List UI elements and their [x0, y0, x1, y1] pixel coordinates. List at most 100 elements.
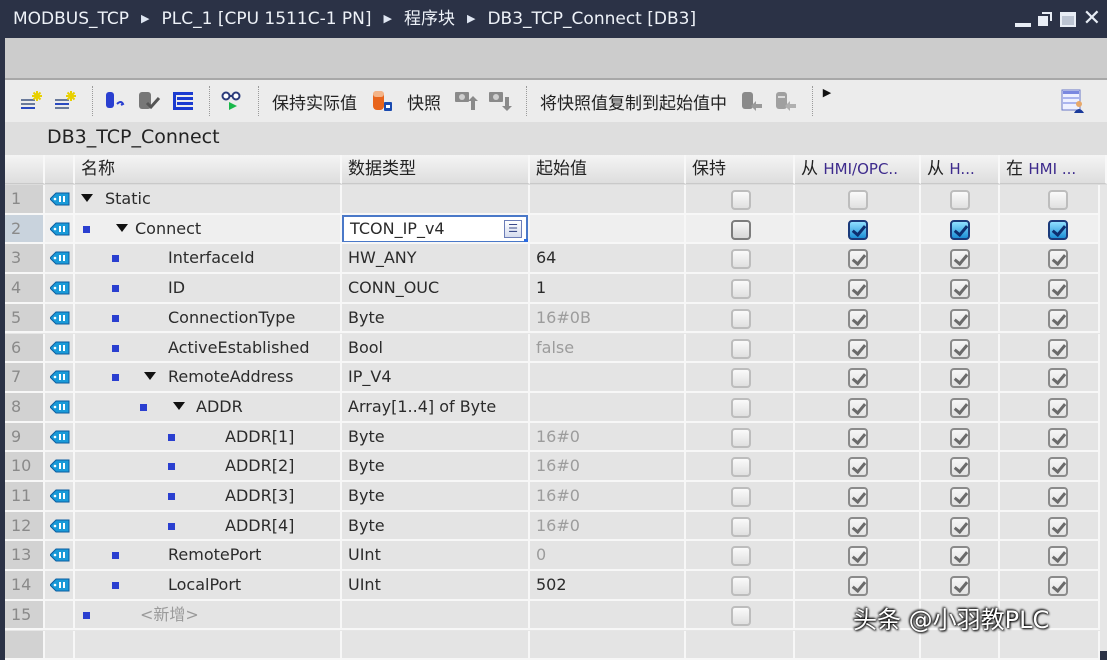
hmi-writable-checkbox[interactable] [950, 339, 970, 359]
data-type-input[interactable]: TCON_IP_v4☰ [342, 215, 528, 243]
hmi-writable-checkbox[interactable] [950, 220, 970, 240]
hmi-accessible-checkbox[interactable] [848, 279, 868, 299]
breadcrumb-program-blocks[interactable]: 程序块 [404, 1, 455, 37]
hmi-visible-checkbox[interactable] [1048, 339, 1068, 359]
retain-checkbox[interactable] [731, 398, 751, 418]
name-cell[interactable]: Static [75, 185, 342, 215]
hmi-visible-checkbox[interactable] [1048, 576, 1068, 596]
hmi-visible-checkbox[interactable] [1048, 249, 1068, 269]
hmi-visible-checkbox[interactable] [1048, 279, 1068, 299]
hmi-writable-checkbox[interactable] [950, 546, 970, 566]
table-row[interactable]: 2ConnectTCON_IP_v4☰ [5, 215, 1107, 245]
maximize-icon[interactable] [1060, 12, 1076, 27]
data-type-cell[interactable] [342, 601, 530, 631]
hmi-accessible-checkbox[interactable] [848, 546, 868, 566]
table-row[interactable]: 7RemoteAddressIP_V4 [5, 363, 1107, 393]
add-row-button[interactable] [51, 86, 81, 116]
hmi-accessible-checkbox[interactable] [848, 339, 868, 359]
expanded-mode-button[interactable] [168, 86, 198, 116]
header-start-value[interactable]: 起始值 [530, 155, 686, 184]
start-value-cell[interactable]: 16#0B [530, 304, 686, 334]
row-number[interactable]: 4 [5, 274, 45, 304]
data-type-cell[interactable] [342, 185, 530, 215]
retain-checkbox[interactable] [731, 546, 751, 566]
row-number[interactable]: 8 [5, 393, 45, 423]
table-row[interactable]: 1Static [5, 185, 1107, 215]
table-row[interactable]: 10ADDR[2]Byte16#0 [5, 452, 1107, 482]
data-type-cell[interactable]: Bool [342, 334, 530, 364]
table-row[interactable]: 5ConnectionTypeByte16#0B [5, 304, 1107, 334]
start-value-cell[interactable]: 64 [530, 244, 686, 274]
name-cell[interactable]: InterfaceId [75, 244, 342, 274]
name-cell[interactable]: ConnectionType [75, 304, 342, 334]
hmi-visible-checkbox[interactable] [1048, 398, 1068, 418]
keep-actual-values-button[interactable]: 保持实际值 [266, 86, 363, 116]
table-row[interactable]: 11ADDR[3]Byte16#0 [5, 482, 1107, 512]
breadcrumb-project[interactable]: MODBUS_TCP [13, 1, 129, 37]
reset-start-values-button[interactable] [100, 86, 130, 116]
hmi-writable-checkbox[interactable] [950, 249, 970, 269]
data-type-cell[interactable]: IP_V4 [342, 363, 530, 393]
hmi-writable-checkbox[interactable] [950, 428, 970, 448]
table-row[interactable]: 4IDCONN_OUC1 [5, 274, 1107, 304]
table-row[interactable]: 14LocalPortUInt502 [5, 571, 1107, 601]
name-cell[interactable]: Connect [75, 215, 342, 245]
start-value-cell[interactable] [530, 601, 686, 631]
start-value-cell[interactable] [530, 215, 686, 245]
hmi-accessible-checkbox[interactable] [848, 457, 868, 477]
name-cell[interactable]: ADDR[2] [75, 452, 342, 482]
update-interface-button[interactable] [134, 86, 164, 116]
table-row[interactable]: 12 ADDR[4]Byte16#0 [5, 512, 1107, 542]
retain-checkbox[interactable] [731, 428, 751, 448]
save-snapshot-button[interactable] [485, 86, 515, 116]
hmi-accessible-checkbox[interactable] [848, 309, 868, 329]
start-value-cell[interactable]: 0 [530, 541, 686, 571]
table-row[interactable]: 8ADDRArray[1..4] of Byte [5, 393, 1107, 423]
collapse-triangle-icon[interactable] [116, 224, 128, 232]
data-type-cell[interactable]: Array[1..4] of Byte [342, 393, 530, 423]
hmi-visible-checkbox[interactable] [1048, 368, 1068, 388]
start-value-cell[interactable] [530, 363, 686, 393]
restore-icon[interactable] [1038, 12, 1053, 26]
retain-checkbox[interactable] [731, 457, 751, 477]
collapse-triangle-icon[interactable] [144, 372, 156, 380]
table-row[interactable]: 3InterfaceIdHW_ANY64 [5, 244, 1107, 274]
hmi-visible-checkbox[interactable] [1048, 457, 1068, 477]
type-list-icon[interactable]: ☰ [504, 220, 522, 238]
copy-snapshot-to-start-button[interactable]: 将快照值复制到起始值中 [534, 86, 733, 116]
table-row[interactable]: 6ActiveEstablishedBoolfalse [5, 334, 1107, 364]
data-type-cell[interactable]: Byte [342, 512, 530, 542]
name-cell[interactable]: ADDR[1] [75, 423, 342, 453]
hmi-accessible-checkbox[interactable] [848, 576, 868, 596]
hmi-accessible-checkbox[interactable] [848, 220, 868, 240]
load-snapshot-button[interactable] [451, 86, 481, 116]
retain-checkbox[interactable] [731, 279, 751, 299]
retain-checkbox[interactable] [731, 220, 751, 240]
copy-setpoint-button[interactable] [771, 86, 801, 116]
close-icon[interactable]: ✕ [1083, 9, 1101, 29]
row-number[interactable]: 9 [5, 423, 45, 453]
hmi-visible-checkbox[interactable] [1048, 190, 1068, 210]
hmi-visible-checkbox[interactable] [1048, 428, 1068, 448]
retain-checkbox[interactable] [731, 309, 751, 329]
name-cell[interactable]: ActiveEstablished [75, 334, 342, 364]
row-number[interactable]: 12 [5, 512, 45, 542]
retain-checkbox[interactable] [731, 190, 751, 210]
hmi-accessible-checkbox[interactable] [848, 190, 868, 210]
data-type-cell[interactable]: Byte [342, 423, 530, 453]
retain-checkbox[interactable] [731, 576, 751, 596]
copy-start-values-button[interactable] [737, 86, 767, 116]
start-value-cell[interactable]: 16#0 [530, 512, 686, 542]
retain-checkbox[interactable] [731, 339, 751, 359]
collapse-triangle-icon[interactable] [81, 194, 93, 202]
row-number[interactable]: 14 [5, 571, 45, 601]
header-visible-in-hmi[interactable]: 在 HMI ... [1000, 155, 1107, 184]
hmi-accessible-checkbox[interactable] [848, 487, 868, 507]
hmi-writable-checkbox[interactable] [950, 457, 970, 477]
table-row[interactable]: 9 ADDR[1]Byte16#0 [5, 423, 1107, 453]
start-value-cell[interactable]: 16#0 [530, 423, 686, 453]
hmi-writable-checkbox[interactable] [950, 190, 970, 210]
retain-checkbox[interactable] [731, 368, 751, 388]
hmi-visible-checkbox[interactable] [1048, 487, 1068, 507]
name-cell[interactable]: ADDR[4] [75, 512, 342, 542]
